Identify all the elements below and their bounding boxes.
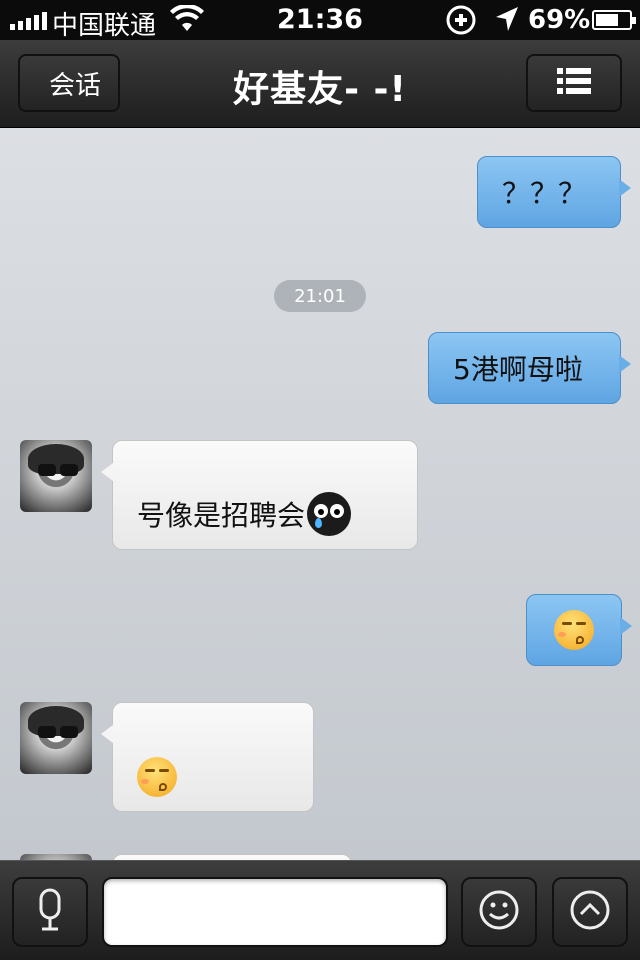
timestamp-label: 21:01 xyxy=(274,280,366,312)
outgoing-message-bubble[interactable]: ？？？ xyxy=(477,156,631,228)
list-icon xyxy=(557,68,591,98)
kiss-face-emoji xyxy=(554,610,594,650)
more-options-button[interactable] xyxy=(552,877,628,947)
outgoing-message-bubble[interactable] xyxy=(526,594,632,666)
message-text: 号像是招聘会 xyxy=(137,499,306,532)
incoming-message-bubble[interactable]: 号像是招聘会 xyxy=(101,440,418,550)
incoming-message-bubble[interactable] xyxy=(101,702,314,812)
crying-black-face-emoji xyxy=(307,492,352,536)
microphone-icon xyxy=(37,888,63,936)
navigation-bar: 会话 好基友- -! xyxy=(0,40,640,128)
kiss-face-emoji xyxy=(137,757,177,797)
outgoing-message-bubble[interactable]: 5港啊母啦 xyxy=(428,332,631,404)
input-toolbar xyxy=(0,860,640,960)
voice-button[interactable] xyxy=(12,877,88,947)
battery-icon xyxy=(592,10,636,30)
emoji-button[interactable] xyxy=(461,877,537,947)
location-arrow-icon xyxy=(494,5,520,40)
message-list[interactable]: ？？？ 21:01 5港啊母啦 号像是招聘会 xyxy=(0,128,640,860)
battery-percentage: 69% xyxy=(528,5,591,35)
chevron-up-circle-icon xyxy=(569,889,611,935)
contact-avatar[interactable] xyxy=(20,440,92,512)
status-bar: 中国联通 21:36 69% xyxy=(0,0,640,42)
message-text: ？？？ xyxy=(502,177,587,210)
smiley-icon xyxy=(478,889,520,935)
message-text: 5港啊母啦 xyxy=(453,353,583,386)
rotation-lock-icon xyxy=(446,5,476,42)
contact-avatar[interactable] xyxy=(20,702,92,774)
message-input[interactable] xyxy=(102,877,448,947)
menu-button[interactable] xyxy=(526,54,622,112)
